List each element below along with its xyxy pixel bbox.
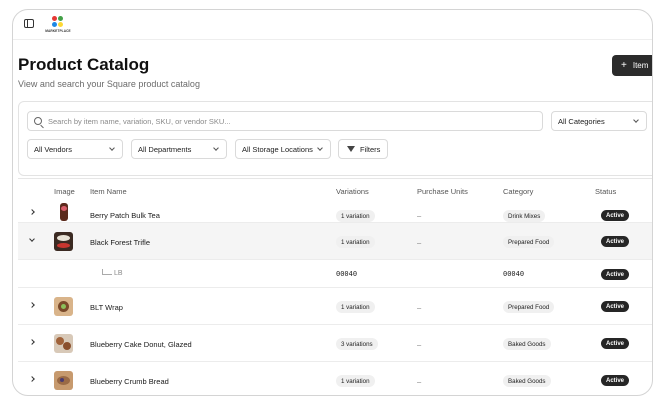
variations-pill: 1 variation [336, 236, 375, 248]
filter-panel: Search by item name, variation, SKU, or … [18, 101, 652, 176]
status-badge: Active [601, 269, 630, 280]
filters-label: Filters [360, 144, 381, 154]
status-badge: Active [601, 301, 630, 312]
category-pill: Drink Mixes [503, 210, 546, 222]
search-placeholder: Search by item name, variation, SKU, or … [48, 116, 231, 126]
status-badge: Active [601, 338, 630, 349]
chevron-right-icon[interactable] [29, 376, 35, 382]
brand-logo[interactable]: MARKETPLACE [42, 16, 74, 36]
item-name: Berry Patch Bulk Tea [90, 211, 160, 220]
funnel-icon [347, 146, 355, 152]
product-thumbnail [54, 297, 73, 316]
column-header: Variations [336, 187, 369, 196]
categories-dropdown[interactable]: All Categories [551, 111, 647, 131]
item-name: Blueberry Crumb Bread [90, 377, 169, 386]
purchase-units: – [417, 377, 422, 386]
table-row[interactable]: Black Forest Trifle 1 variation – Prepar… [18, 223, 652, 260]
column-header: Image [54, 187, 75, 196]
variations-pill: 1 variation [336, 301, 375, 313]
table-row[interactable]: Berry Patch Bulk Tea 1 variation – Drink… [18, 201, 652, 223]
departments-dropdown[interactable]: All Departments [131, 139, 227, 159]
product-table: Image Item Name Variations Purchase Unit… [18, 178, 652, 395]
chevron-down-icon [109, 145, 115, 151]
table-row[interactable]: BLT Wrap 1 variation – Prepared Food Act… [18, 288, 652, 325]
variation-sku: 00040 [336, 270, 358, 278]
tree-connector [102, 269, 112, 275]
table-row[interactable]: Blueberry Cake Donut, Glazed 3 variation… [18, 325, 652, 362]
category-pill: Baked Goods [503, 375, 551, 387]
logo-mark-icon [52, 16, 64, 28]
vendors-dropdown[interactable]: All Vendors [27, 139, 123, 159]
chevron-down-icon[interactable] [29, 236, 35, 242]
chevron-down-icon [213, 145, 219, 151]
search-input[interactable]: Search by item name, variation, SKU, or … [27, 111, 543, 131]
variations-pill: 3 variations [336, 338, 378, 350]
page-title: Product Catalog [18, 55, 150, 74]
table-row[interactable]: Blueberry Crumb Bread 1 variation – Bake… [18, 362, 652, 395]
chevron-down-icon [317, 145, 323, 151]
variation-label: LB [114, 270, 123, 277]
filters-button[interactable]: Filters [338, 139, 388, 159]
column-header: Category [503, 187, 534, 196]
add-item-button[interactable]: + Item [612, 55, 652, 76]
variation-category-code: 00040 [503, 270, 525, 278]
status-badge: Active [601, 236, 630, 247]
page-subtitle: View and search your Square product cata… [18, 79, 200, 89]
variations-pill: 1 variation [336, 375, 375, 387]
column-header: Purchase Units [417, 187, 468, 196]
purchase-units: – [417, 238, 422, 247]
status-badge: Active [601, 210, 630, 221]
item-name: Black Forest Trifle [90, 238, 151, 247]
category-pill: Prepared Food [503, 301, 555, 313]
column-header: Status [595, 187, 617, 196]
sidebar-toggle-icon[interactable] [24, 19, 34, 28]
product-thumbnail [60, 203, 68, 221]
chevron-right-icon[interactable] [29, 302, 35, 308]
storage-dropdown[interactable]: All Storage Locations [235, 139, 331, 159]
item-name: BLT Wrap [90, 303, 123, 312]
column-header: Item Name [90, 187, 127, 196]
plus-icon: + [621, 59, 627, 71]
product-thumbnail [54, 232, 73, 251]
category-pill: Baked Goods [503, 338, 551, 350]
app-window: MARKETPLACE Product Catalog View and sea… [12, 9, 653, 396]
purchase-units: – [417, 303, 422, 312]
logo-text: MARKETPLACE [45, 29, 71, 33]
variations-pill: 1 variation [336, 210, 375, 222]
variation-row: LB 00040 00040 Active [18, 260, 652, 288]
top-bar: MARKETPLACE [13, 10, 652, 40]
vendors-value: All Vendors [34, 144, 72, 154]
status-badge: Active [601, 375, 630, 386]
purchase-units: – [417, 211, 422, 220]
chevron-down-icon [633, 117, 639, 123]
storage-value: All Storage Locations [242, 144, 313, 154]
departments-value: All Departments [138, 144, 192, 154]
chevron-right-icon[interactable] [29, 339, 35, 345]
purchase-units: – [417, 340, 422, 349]
add-item-label: Item [632, 61, 649, 70]
category-pill: Prepared Food [503, 236, 555, 248]
categories-value: All Categories [558, 116, 605, 126]
chevron-right-icon[interactable] [29, 209, 35, 215]
search-icon [34, 117, 42, 125]
item-name: Blueberry Cake Donut, Glazed [90, 340, 192, 349]
product-thumbnail [54, 371, 73, 390]
product-thumbnail [54, 334, 73, 353]
